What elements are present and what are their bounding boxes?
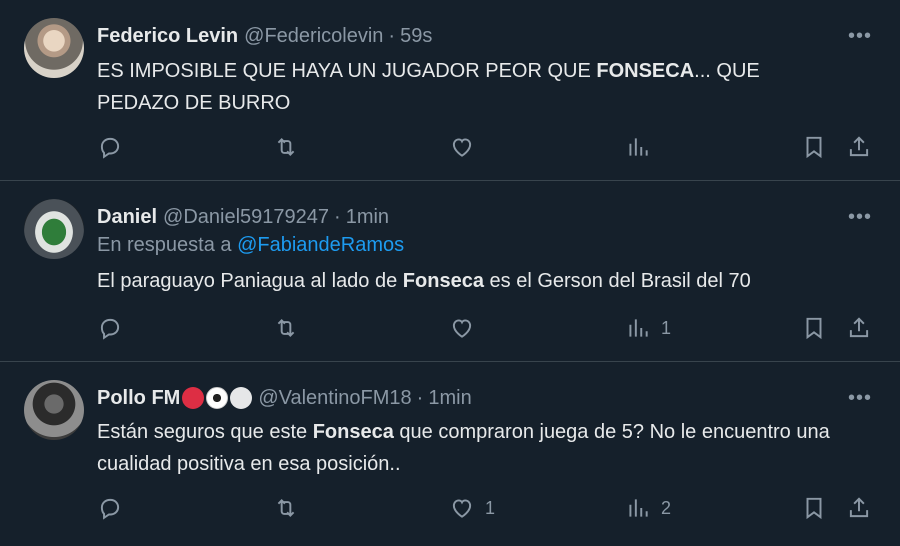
retweet-icon — [277, 319, 295, 337]
avatar[interactable] — [24, 18, 84, 78]
tweet-header: Federico Levin @Federicolevin · 59s — [97, 22, 872, 50]
tweet-text-part: El paraguayo Paniagua al lado de — [97, 270, 403, 292]
author-handle[interactable]: @ValentinoFM18 — [258, 387, 411, 410]
more-icon[interactable]: ••• — [848, 22, 872, 50]
tweet-text-highlight: FONSECA — [596, 60, 695, 82]
share-icon — [849, 497, 869, 518]
more-icon[interactable]: ••• — [848, 384, 872, 412]
reply-button[interactable] — [97, 495, 133, 521]
reply-context: En respuesta a @FabiandeRamos — [97, 234, 404, 257]
retweet-button[interactable] — [273, 134, 309, 160]
separator: · — [334, 205, 341, 228]
share-button[interactable] — [846, 315, 872, 341]
tweet-text: Están seguros que este Fonseca que compr… — [97, 416, 840, 480]
separator: · — [388, 24, 396, 47]
tweet-text: El paraguayo Paniagua al lado de Fonseca… — [97, 265, 840, 297]
timestamp[interactable]: 1min — [346, 206, 389, 229]
tweet-text: ES IMPOSIBLE QUE HAYA UN JUGADOR PEOR QU… — [97, 55, 840, 119]
retweet-button[interactable] — [273, 495, 309, 521]
bookmark-icon — [806, 136, 822, 159]
views-button[interactable]: 1 — [625, 315, 671, 341]
soccer-ball-emoji — [206, 387, 229, 409]
bookmark-button[interactable] — [801, 134, 827, 160]
like-button[interactable] — [449, 134, 485, 160]
tweet-text-part: es el Gerson del Brasil del 70 — [483, 270, 751, 292]
author-handle[interactable]: @Federicolevin — [244, 25, 383, 48]
timestamp[interactable]: 1min — [428, 387, 471, 410]
action-bar — [97, 132, 880, 162]
views-icon — [629, 319, 648, 337]
share-icon — [849, 317, 869, 338]
retweet-button[interactable] — [273, 315, 309, 341]
tweet-text-highlight: Fonseca — [312, 421, 394, 443]
views-icon — [629, 138, 648, 156]
white-circle-emoji — [230, 387, 253, 409]
author-name[interactable]: Federico Levin — [97, 25, 238, 48]
reply-button[interactable] — [97, 134, 133, 160]
tweet[interactable]: Daniel @Daniel59179247 · 1min ••• En res… — [0, 181, 900, 362]
bookmark-icon — [806, 497, 822, 520]
share-icon — [849, 136, 869, 157]
reply-button[interactable] — [97, 315, 133, 341]
views-button[interactable]: 2 — [625, 495, 671, 521]
bookmark-button[interactable] — [801, 315, 827, 341]
tweet-header: Daniel @Daniel59179247 · 1min — [97, 203, 872, 231]
views-button[interactable] — [625, 134, 661, 160]
like-button[interactable]: 1 — [449, 495, 495, 521]
tweet-header: Pollo FM @ValentinoFM18 · 1min — [97, 384, 872, 412]
action-bar: 1 2 — [97, 493, 880, 523]
tweet-text-part: Están seguros que este — [97, 421, 313, 443]
reply-icon — [100, 318, 120, 340]
more-icon[interactable]: ••• — [848, 203, 872, 231]
views-count: 2 — [661, 497, 672, 518]
retweet-icon — [277, 138, 295, 156]
action-bar: 1 — [97, 313, 880, 343]
like-icon — [452, 138, 472, 157]
like-count: 1 — [485, 497, 496, 518]
red-circle-emoji — [182, 387, 205, 409]
share-button[interactable] — [846, 495, 872, 521]
separator: · — [416, 386, 424, 409]
bookmark-icon — [806, 317, 822, 340]
like-icon — [452, 499, 472, 518]
author-handle[interactable]: @Daniel59179247 — [163, 206, 329, 229]
reply-mention-link[interactable]: @FabiandeRamos — [237, 234, 404, 256]
tweet-text-part: ES IMPOSIBLE QUE HAYA UN JUGADOR PEOR QU… — [97, 60, 597, 82]
reply-icon — [100, 137, 120, 159]
reply-prefix: En respuesta a — [97, 234, 238, 256]
share-button[interactable] — [846, 134, 872, 160]
tweet[interactable]: Pollo FM @ValentinoFM18 · 1min ••• Están… — [0, 362, 900, 546]
retweet-icon — [277, 499, 295, 517]
author-name[interactable]: Pollo FM — [97, 387, 180, 410]
author-name[interactable]: Daniel — [97, 206, 157, 229]
avatar[interactable] — [24, 199, 84, 259]
bookmark-button[interactable] — [801, 495, 827, 521]
tweet-text-highlight: Fonseca — [402, 270, 484, 292]
views-icon — [629, 499, 648, 517]
reply-icon — [100, 498, 120, 520]
views-count: 1 — [661, 317, 672, 338]
tweet[interactable]: Federico Levin @Federicolevin · 59s ••• … — [0, 0, 900, 181]
like-icon — [452, 319, 472, 338]
avatar[interactable] — [24, 380, 84, 440]
like-button[interactable] — [449, 315, 485, 341]
timestamp[interactable]: 59s — [400, 25, 432, 48]
